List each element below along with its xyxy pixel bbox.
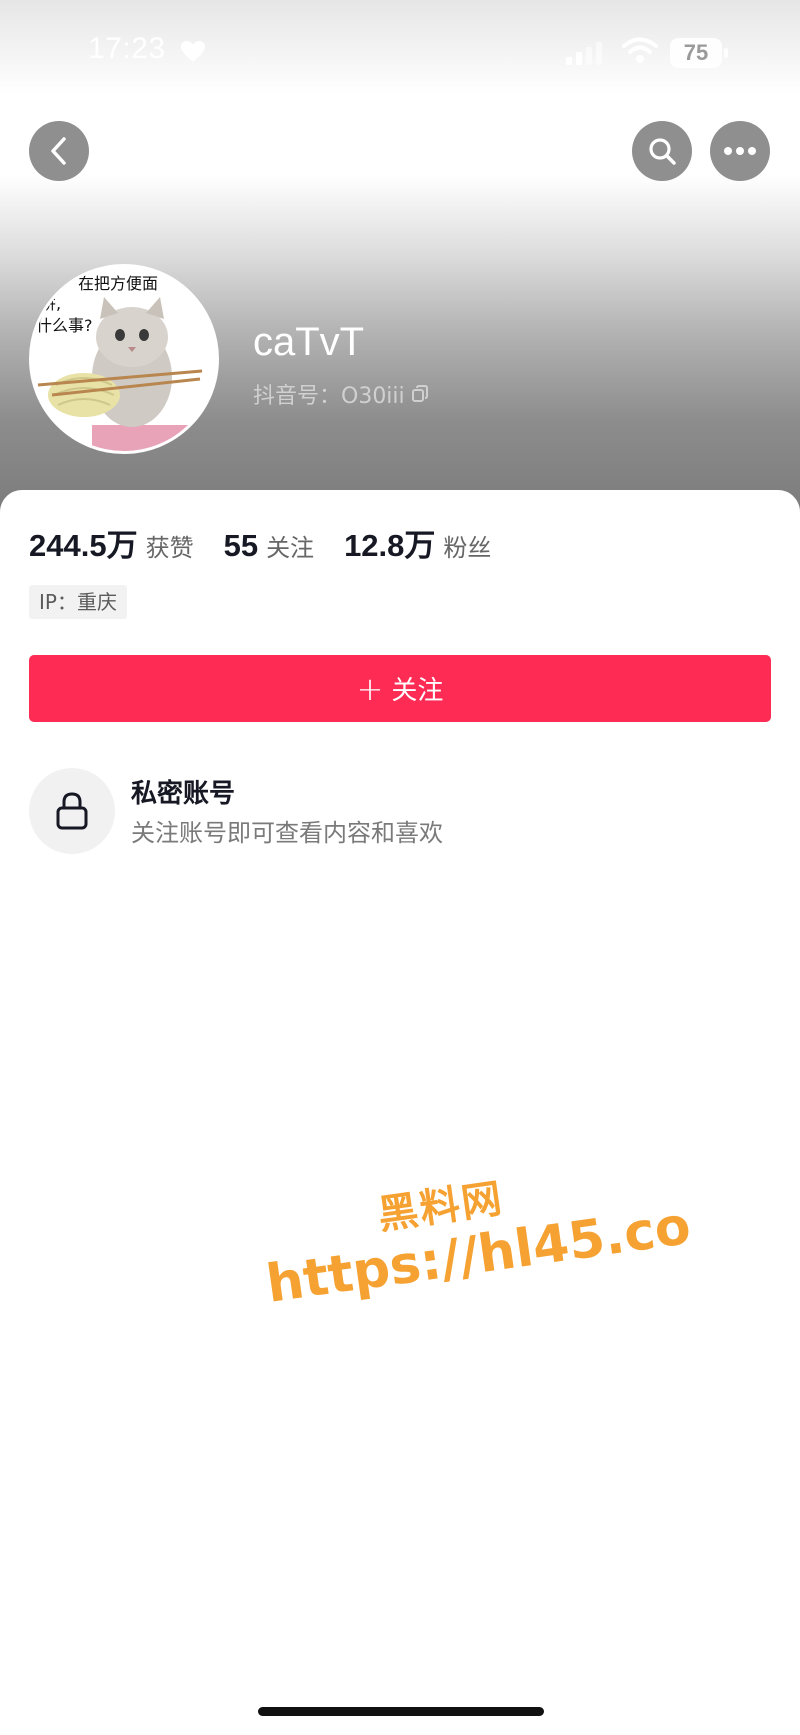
douyin-id-row[interactable]: 抖音号：O30iii (253, 378, 429, 410)
stat-followers-value: 12.8万 (344, 528, 436, 563)
status-bar: 17:23 75 (0, 0, 800, 110)
signal-icon (566, 42, 602, 65)
more-options-button[interactable] (710, 121, 770, 181)
plus-icon: + (356, 669, 384, 708)
battery-level: 75 (670, 38, 722, 68)
profile-card: 244.5万 获赞 55 关注 12.8万 粉丝 IP：重庆 + 关注 私密账号… (0, 490, 800, 1735)
douyin-id: 抖音号：O30iii (253, 384, 405, 409)
follow-button[interactable]: + 关注 (29, 655, 771, 722)
home-indicator[interactable] (258, 1707, 544, 1716)
ip-location-tag: IP：重庆 (29, 585, 127, 619)
private-account-icon-wrap (29, 768, 115, 854)
status-time: 17:23 (88, 32, 166, 65)
heart-icon (181, 41, 205, 62)
private-account-title: 私密账号 (131, 779, 236, 809)
stat-following-value: 55 (223, 528, 259, 563)
stat-likes[interactable]: 244.5万 获赞 (29, 520, 194, 565)
private-account-description: 关注账号即可查看内容和喜欢 (131, 819, 443, 847)
lock-icon (56, 792, 88, 830)
username: caTvT (253, 320, 365, 364)
search-button[interactable] (632, 121, 692, 181)
profile-stats: 244.5万 获赞 55 关注 12.8万 粉丝 (29, 520, 521, 565)
stat-likes-value: 244.5万 (29, 528, 138, 563)
avatar-cat-image: 在把方便面 饼, 什么事? (32, 267, 216, 451)
back-button[interactable] (29, 121, 89, 181)
back-arrow-icon (51, 137, 66, 165)
wifi-icon (622, 37, 658, 63)
avatar-caption-1: 在把方便面 (78, 274, 158, 293)
stat-likes-label: 获赞 (145, 534, 194, 562)
stat-following[interactable]: 55 关注 (224, 528, 314, 564)
copy-icon[interactable] (411, 385, 429, 403)
stat-followers-label: 粉丝 (443, 534, 492, 562)
avatar[interactable]: 在把方便面 饼, 什么事? (29, 264, 219, 454)
stat-following-label: 关注 (266, 534, 315, 562)
battery-icon: 75 (670, 38, 728, 68)
stat-followers[interactable]: 12.8万 粉丝 (344, 520, 491, 565)
more-icon (724, 147, 756, 155)
avatar-caption-3: 什么事? (36, 316, 93, 335)
follow-button-label: 关注 (391, 676, 444, 706)
search-icon (649, 138, 676, 165)
